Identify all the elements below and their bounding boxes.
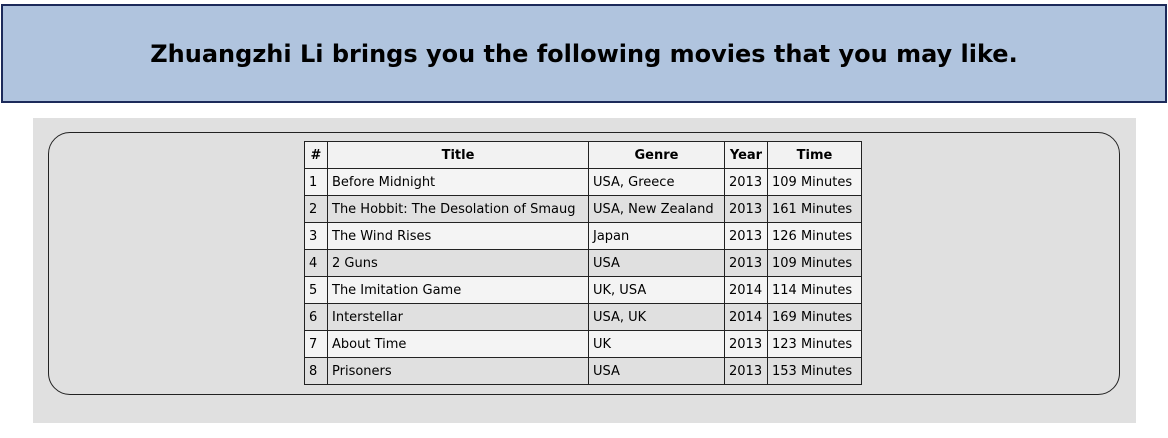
cell-year: 2014	[724, 276, 768, 304]
cell-time: 114 Minutes	[767, 276, 862, 304]
column-header-number: #	[304, 141, 328, 169]
movies-table: # Title Genre Year Time 1 Before Midnigh…	[304, 141, 862, 385]
cell-genre: USA, UK	[588, 303, 725, 331]
cell-year: 2013	[724, 357, 768, 385]
cell-number: 2	[304, 195, 328, 223]
table-row: 3 The Wind Rises Japan 2013 126 Minutes	[304, 222, 862, 250]
cell-number: 7	[304, 330, 328, 358]
cell-title: The Hobbit: The Desolation of Smaug	[327, 195, 589, 223]
table-row: 1 Before Midnight USA, Greece 2013 109 M…	[304, 168, 862, 196]
page-title: Zhuangzhi Li brings you the following mo…	[150, 39, 1018, 68]
cell-year: 2013	[724, 330, 768, 358]
cell-title: About Time	[327, 330, 589, 358]
cell-year: 2013	[724, 249, 768, 277]
cell-genre: UK	[588, 330, 725, 358]
cell-year: 2013	[724, 222, 768, 250]
cell-time: 169 Minutes	[767, 303, 862, 331]
cell-number: 1	[304, 168, 328, 196]
cell-year: 2013	[724, 195, 768, 223]
cell-year: 2014	[724, 303, 768, 331]
cell-number: 4	[304, 249, 328, 277]
cell-time: 161 Minutes	[767, 195, 862, 223]
cell-genre: USA	[588, 357, 725, 385]
page-header: Zhuangzhi Li brings you the following mo…	[1, 4, 1167, 103]
column-header-time: Time	[767, 141, 862, 169]
cell-number: 5	[304, 276, 328, 304]
table-row: 8 Prisoners USA 2013 153 Minutes	[304, 357, 862, 385]
cell-title: Prisoners	[327, 357, 589, 385]
table-header-row: # Title Genre Year Time	[304, 141, 862, 169]
cell-title: Interstellar	[327, 303, 589, 331]
column-header-year: Year	[724, 141, 768, 169]
cell-number: 8	[304, 357, 328, 385]
cell-year: 2013	[724, 168, 768, 196]
cell-number: 6	[304, 303, 328, 331]
content-panel: # Title Genre Year Time 1 Before Midnigh…	[33, 118, 1136, 423]
cell-time: 109 Minutes	[767, 249, 862, 277]
column-header-genre: Genre	[588, 141, 725, 169]
cell-genre: USA, Greece	[588, 168, 725, 196]
cell-time: 123 Minutes	[767, 330, 862, 358]
cell-title: The Wind Rises	[327, 222, 589, 250]
cell-time: 153 Minutes	[767, 357, 862, 385]
cell-time: 126 Minutes	[767, 222, 862, 250]
cell-time: 109 Minutes	[767, 168, 862, 196]
table-row: 6 Interstellar USA, UK 2014 169 Minutes	[304, 303, 862, 331]
cell-title: Before Midnight	[327, 168, 589, 196]
cell-genre: USA	[588, 249, 725, 277]
cell-number: 3	[304, 222, 328, 250]
cell-genre: UK, USA	[588, 276, 725, 304]
table-row: 7 About Time UK 2013 123 Minutes	[304, 330, 862, 358]
cell-title: The Imitation Game	[327, 276, 589, 304]
table-row: 5 The Imitation Game UK, USA 2014 114 Mi…	[304, 276, 862, 304]
cell-title: 2 Guns	[327, 249, 589, 277]
table-row: 4 2 Guns USA 2013 109 Minutes	[304, 249, 862, 277]
cell-genre: Japan	[588, 222, 725, 250]
cell-genre: USA, New Zealand	[588, 195, 725, 223]
table-row: 2 The Hobbit: The Desolation of Smaug US…	[304, 195, 862, 223]
column-header-title: Title	[327, 141, 589, 169]
